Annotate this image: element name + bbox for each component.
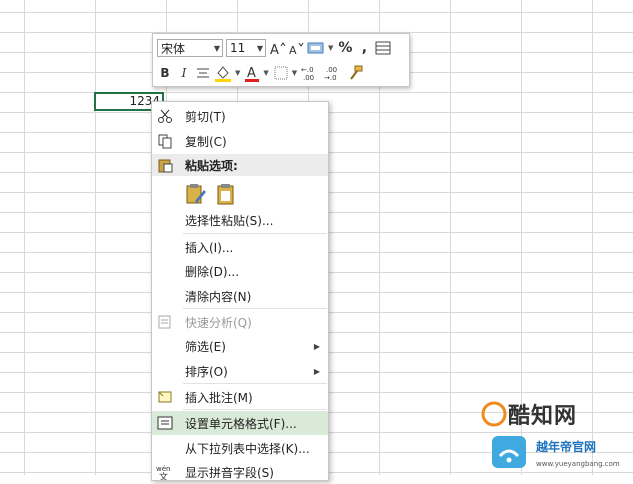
watermark-subtitle: 越年帝官网 bbox=[536, 440, 597, 454]
menu-item-label: 选择性粘贴(S)... bbox=[185, 213, 274, 228]
watermark-url: www.yueyangbang.com bbox=[536, 460, 620, 468]
font-name-value: 宋体 bbox=[161, 41, 186, 56]
decrease-font-icon[interactable]: A bbox=[288, 38, 304, 58]
menu-item-label: 快速分析(Q) bbox=[185, 315, 252, 330]
chevron-down-icon[interactable]: ▼ bbox=[263, 69, 268, 77]
menu-item-phonetic[interactable]: wén 文 显示拼音字段(S) bbox=[152, 460, 328, 484]
mini-toolbar-row-1: 宋体 ▼ 11 ▼ A A ▼ % , bbox=[157, 37, 394, 59]
watermark-title: 酷知网 bbox=[508, 404, 578, 429]
svg-text:→.0: →.0 bbox=[324, 74, 337, 81]
menu-item-pick-from-list[interactable]: 从下拉列表中选择(K)... bbox=[152, 436, 328, 460]
italic-button[interactable]: I bbox=[176, 63, 192, 83]
menu-item-label: 插入批注(M) bbox=[185, 390, 253, 405]
quick-analysis-icon bbox=[152, 310, 178, 334]
svg-text:←.0: ←.0 bbox=[301, 66, 314, 74]
font-size-value: 11 bbox=[230, 41, 246, 55]
paste-clipboard-icon[interactable] bbox=[214, 182, 238, 206]
percent-style-button[interactable]: % bbox=[337, 38, 353, 58]
menu-item-label: 插入(I)... bbox=[185, 240, 234, 255]
menu-separator bbox=[183, 308, 327, 309]
menu-separator bbox=[183, 409, 327, 410]
svg-text:A: A bbox=[247, 66, 256, 81]
format-cells-icon bbox=[152, 411, 178, 435]
submenu-arrow-icon: ▶ bbox=[313, 366, 320, 376]
fill-color-icon[interactable] bbox=[214, 63, 232, 83]
menu-item-clear-contents[interactable]: 清除内容(N) bbox=[152, 284, 328, 308]
menu-item-label: 筛选(E) bbox=[185, 339, 226, 354]
menu-item-label: 剪切(T) bbox=[185, 109, 226, 124]
menu-item-label: 复制(C) bbox=[185, 134, 227, 149]
paste-options-header: 粘贴选项: bbox=[152, 154, 328, 176]
menu-separator bbox=[183, 233, 327, 234]
svg-text:.00: .00 bbox=[303, 74, 314, 81]
menu-item-label: 显示拼音字段(S) bbox=[185, 465, 274, 480]
menu-item-label: 排序(O) bbox=[185, 364, 228, 379]
menu-item-copy[interactable]: 复制(C) bbox=[152, 129, 328, 153]
font-color-icon[interactable]: A bbox=[244, 63, 260, 83]
align-center-icon[interactable] bbox=[195, 63, 211, 83]
menu-item-label: 删除(D)... bbox=[185, 264, 240, 279]
svg-text:文: 文 bbox=[159, 471, 168, 480]
wifi-logo-icon bbox=[492, 436, 526, 468]
submenu-arrow-icon: ▶ bbox=[313, 341, 320, 351]
format-table-icon[interactable] bbox=[375, 38, 391, 58]
menu-item-label: 清除内容(N) bbox=[185, 289, 252, 304]
paste-options-row bbox=[184, 180, 244, 208]
context-menu: 剪切(T) 复制(C) 粘贴选项: 选择性粘贴(S)... 插入(I)... 删… bbox=[151, 101, 329, 481]
borders-icon[interactable] bbox=[273, 63, 289, 83]
paste-options-label: 粘贴选项: bbox=[185, 158, 238, 173]
increase-decimal-icon[interactable]: ←.0.00 bbox=[301, 63, 321, 83]
svg-text:wén: wén bbox=[156, 465, 170, 473]
menu-item-filter[interactable]: 筛选(E) ▶ bbox=[152, 334, 328, 358]
menu-item-cut[interactable]: 剪切(T) bbox=[152, 104, 328, 128]
menu-item-insert[interactable]: 插入(I)... bbox=[152, 235, 328, 259]
menu-item-quick-analysis[interactable]: 快速分析(Q) bbox=[152, 310, 328, 334]
mini-toolbar-row-2: B I ▼ A ▼ ▼ ←.0.00 .00 →.0 bbox=[157, 62, 366, 84]
mini-toolbar: 宋体 ▼ 11 ▼ A A ▼ % , B I ▼ A ▼ ▼ ←.0 .00 … bbox=[152, 33, 410, 87]
comma-style-button[interactable]: , bbox=[356, 38, 372, 58]
chevron-down-icon: ▼ bbox=[213, 43, 221, 53]
menu-item-label: 设置单元格格式(F)... bbox=[185, 416, 297, 431]
increase-font-icon[interactable]: A bbox=[269, 38, 285, 58]
clipboard-icon bbox=[152, 157, 178, 173]
chevron-down-icon: ▼ bbox=[256, 43, 264, 53]
comment-icon bbox=[152, 385, 178, 409]
chevron-down-icon[interactable]: ▼ bbox=[328, 44, 333, 52]
number-format-icon[interactable] bbox=[307, 38, 325, 58]
menu-item-format-cells[interactable]: 设置单元格格式(F)... bbox=[152, 411, 328, 435]
svg-text:A: A bbox=[270, 43, 279, 56]
font-size-combo[interactable]: 11 ▼ bbox=[226, 39, 266, 57]
menu-item-insert-comment[interactable]: 插入批注(M) bbox=[152, 385, 328, 409]
logo-circle-icon bbox=[481, 401, 507, 427]
font-name-combo[interactable]: 宋体 ▼ bbox=[157, 39, 223, 57]
phonetic-icon: wén 文 bbox=[152, 460, 178, 484]
copy-icon bbox=[152, 129, 178, 153]
watermark-logo: 酷知网 越年帝官网 www.yueyangbang.com bbox=[480, 398, 633, 475]
svg-text:.00: .00 bbox=[326, 66, 337, 74]
menu-item-label: 从下拉列表中选择(K)... bbox=[185, 441, 310, 456]
paste-formatting-icon[interactable] bbox=[184, 182, 208, 206]
chevron-down-icon[interactable]: ▼ bbox=[235, 69, 240, 77]
bold-button[interactable]: B bbox=[157, 63, 173, 83]
chevron-down-icon[interactable]: ▼ bbox=[292, 69, 297, 77]
scissors-icon bbox=[152, 104, 178, 128]
format-painter-icon[interactable] bbox=[347, 63, 363, 83]
menu-item-sort[interactable]: 排序(O) ▶ bbox=[152, 359, 328, 383]
decrease-decimal-icon[interactable]: .00 →.0 bbox=[324, 63, 344, 83]
svg-text:A: A bbox=[289, 44, 297, 56]
menu-separator bbox=[183, 383, 327, 384]
menu-item-delete[interactable]: 删除(D)... bbox=[152, 259, 328, 283]
menu-item-paste-special[interactable]: 选择性粘贴(S)... bbox=[152, 208, 328, 232]
